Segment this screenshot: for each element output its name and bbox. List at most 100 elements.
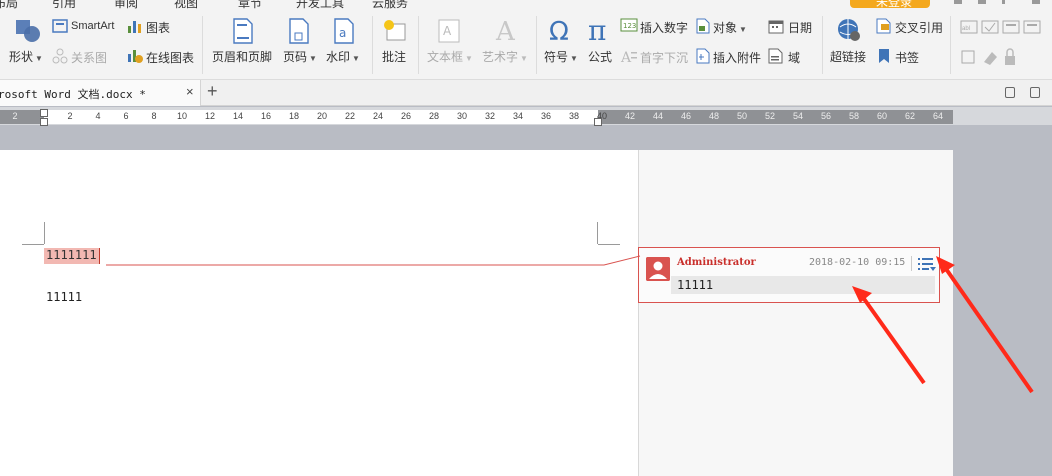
ruler-number: 4 [95,111,101,121]
dropcap-icon: A [620,50,637,64]
textbox-icon: A [438,19,460,43]
ruler-number: 24 [372,111,383,121]
commented-text[interactable]: 1111111 [44,248,100,264]
online-chart-button[interactable]: 在线图表 [146,49,194,66]
crop-mark [44,222,45,244]
svg-text:abl: abl [962,26,970,32]
comment-menu-icon[interactable] [915,255,937,273]
ruler-number: 38 [568,111,579,121]
ruler-number: 2 [12,111,18,121]
ribbon-divider [372,16,373,74]
close-icon[interactable]: × [186,84,194,99]
ruler-number: 28 [428,111,439,121]
online-chart-icon [128,50,143,63]
ruler-number: 44 [652,111,663,121]
smartart-icon [52,19,68,33]
doc-menu-icon[interactable] [1030,87,1040,98]
comment-pane [638,150,953,476]
textbox-button[interactable]: 文本框 ▼ [427,48,473,65]
shapes-icon [16,20,40,42]
comment-author: Administrator [677,257,756,268]
bookmark-button[interactable]: 书签 [895,49,919,66]
svg-text:A: A [495,17,516,44]
ruler-number: 18 [288,111,299,121]
new-tab-button[interactable]: + [207,81,218,102]
formula-button[interactable]: 公式 [588,48,612,65]
comment-icon [384,20,406,41]
date-button[interactable]: 日期 [788,19,812,36]
comment-button[interactable]: 批注 [382,48,406,65]
field-icon [768,48,783,64]
window-icon[interactable] [954,0,962,4]
ribbon-divider [536,16,537,74]
page-number-icon [289,18,309,44]
horizontal-ruler[interactable]: 2 2 4 6 8 10 12 14 16 18 20 22 24 26 28 30 32 34 36 38 40 42… [0,109,953,126]
svg-text:A: A [620,50,632,64]
watermark-button[interactable]: 水印 ▼ [326,48,360,65]
wordart-button[interactable]: 艺术字 ▼ [482,48,528,65]
svg-text:A: A [443,24,452,38]
menu-tab-layout[interactable]: 布局 [0,0,18,10]
ruler-number: 10 [176,111,187,121]
ruler-number: 12 [204,111,215,121]
window-icon[interactable] [1032,0,1040,4]
relation-button[interactable]: 关系图 [71,49,107,66]
hyperlink-icon [838,19,860,41]
crossref-button[interactable]: 交叉引用 [895,19,943,36]
chart-button[interactable]: 图表 [146,19,170,36]
comment-text[interactable]: 11111 [671,276,935,294]
ruler-number: 26 [400,111,411,121]
shapes-button[interactable]: 形状 ▼ [9,48,43,65]
ribbon-divider [418,16,419,74]
ruler-number: 60 [876,111,887,121]
attachment-button[interactable]: 插入附件 [713,49,761,66]
hyperlink-button[interactable]: 超链接 [830,48,866,65]
user-avatar-icon [646,257,670,281]
smartart-button[interactable]: SmartArt [71,20,114,32]
chart-icon [128,21,141,33]
ruler-number: 6 [123,111,129,121]
menu-tab-references[interactable]: 引用 [52,0,76,10]
field-button[interactable]: 域 [788,49,800,66]
right-indent-marker[interactable] [594,118,602,126]
indent-marker[interactable] [40,109,48,117]
ruler-number: 42 [624,111,635,121]
menu-tab-review[interactable]: 审阅 [114,0,138,10]
ruler-number: 34 [512,111,523,121]
body-text[interactable]: 11111 [46,290,82,304]
page-number-button[interactable]: 页码 ▼ [283,48,317,65]
attachment-icon [696,48,710,64]
ribbon-divider [822,16,823,74]
insert-number-button[interactable]: 插入数字 [640,19,688,36]
formula-icon: π [588,16,606,44]
insert-number-icon: 123 [620,18,638,32]
comment-divider [911,256,912,271]
ruler-number: 62 [904,111,915,121]
bookmark-icon [879,49,889,63]
symbol-button[interactable]: 符号 ▼ [544,48,578,65]
wordart-icon: A [495,17,516,44]
svg-text:π: π [588,16,606,44]
window-icon[interactable] [1002,0,1005,4]
ruler-number: 64 [932,111,943,121]
ruler-number: 52 [764,111,775,121]
indent-marker[interactable] [40,118,48,126]
menu-tab-cloud[interactable]: 云服务 [372,0,408,10]
window-icon[interactable] [978,0,986,4]
comment-card[interactable]: Administrator 2018-02-10 09:15 11111 [638,247,940,303]
login-label: 未登录 [876,0,913,9]
menu-bar: 布局 引用 审阅 视图 章节 开发工具 云服务 未登录 [0,0,1052,10]
header-footer-button[interactable]: 页眉和页脚 [212,48,272,65]
crop-mark [597,222,598,244]
ruler-number: 54 [792,111,803,121]
object-button[interactable]: 对象 ▼ [713,19,747,36]
menu-tab-section[interactable]: 章节 [238,0,262,10]
ribbon-divider [950,16,951,74]
object-icon [696,18,710,34]
doc-status-icon[interactable] [1005,87,1015,98]
dropcap-button[interactable]: 首字下沉 [640,49,688,66]
login-button[interactable]: 未登录 [850,0,930,9]
menu-tab-view[interactable]: 视图 [174,0,198,10]
menu-tab-developer[interactable]: 开发工具 [296,0,344,10]
document-tab[interactable]: rosoft Word 文档.docx * × [0,80,201,106]
